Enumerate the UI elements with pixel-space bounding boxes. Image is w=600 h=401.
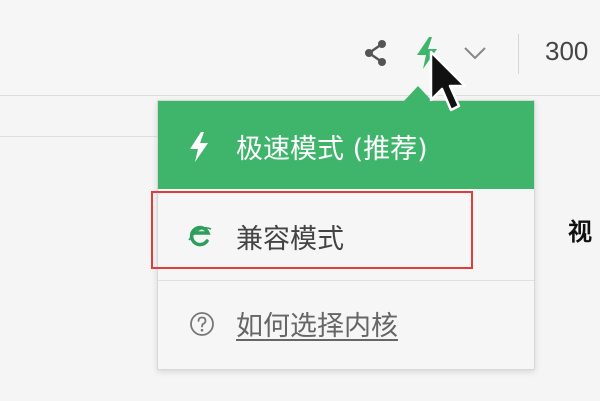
help-link[interactable]: 如何选择内核 <box>236 304 398 343</box>
toolbar-divider <box>518 34 519 74</box>
side-label: 视 <box>568 218 592 246</box>
zoom-level[interactable]: 300 <box>545 36 588 67</box>
menu-item-label: 极速模式 (推荐) <box>236 134 428 165</box>
highlight-annotation-box <box>151 191 473 269</box>
lightning-bolt-icon <box>190 132 208 162</box>
menu-item-fast-mode[interactable]: 极速模式 (推荐) <box>158 101 534 189</box>
content-divider <box>0 136 160 137</box>
share-icon[interactable] <box>361 38 391 68</box>
question-circle-icon <box>190 312 214 336</box>
mouse-pointer-icon <box>429 50 467 112</box>
browser-toolbar: 300 <box>0 0 600 96</box>
menu-item-how-to-choose[interactable]: 如何选择内核 <box>158 282 534 369</box>
